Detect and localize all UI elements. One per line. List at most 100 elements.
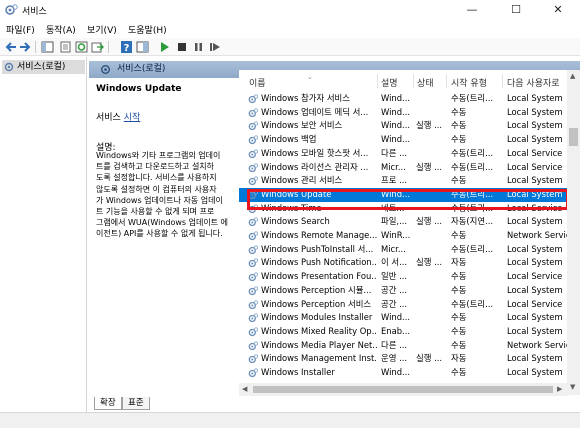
services-pane: 서비스(로컬) Windows Update 서비스 시작 설명: Window… — [89, 57, 580, 412]
vertical-scroll-thumb[interactable] — [569, 128, 578, 146]
pause-service-icon[interactable] — [192, 41, 205, 53]
service-startup-type: 수동 — [451, 284, 467, 295]
scroll-down-icon[interactable]: ▼ — [570, 383, 575, 391]
minimize-button[interactable]: — — [450, 1, 494, 19]
sort-arrow-icon: ⌄ — [307, 73, 313, 81]
service-startup-type: 수동 — [451, 271, 467, 282]
service-log-on-as: Local System — [507, 312, 563, 323]
close-button[interactable]: ✕ — [536, 1, 580, 19]
service-description: Micr... — [381, 243, 406, 254]
service-row[interactable]: Windows Perception 서비스 공간 ... 수동(트리... Loca… — [239, 298, 580, 312]
service-row[interactable]: Windows 보안 서비스 Wind... 실행 ... 수동 Local Syste… — [239, 119, 580, 133]
service-row[interactable]: Windows Remote Manage... WinR... 수동 Network… — [239, 229, 580, 243]
service-gear-icon — [248, 299, 258, 309]
service-row[interactable]: Windows Perception 시뮬... 공간 ... 수동 Local Sy… — [239, 284, 580, 298]
service-startup-type: 자동(지연... — [451, 216, 494, 227]
horizontal-scrollbar[interactable]: ◀ ▶ — [239, 383, 567, 396]
scroll-left-icon[interactable]: ◀ — [242, 385, 247, 393]
service-row[interactable]: Windows Modules Installer Wind... 수동 Local … — [239, 311, 580, 325]
tab-extended[interactable]: 확장 — [94, 397, 122, 410]
vertical-scrollbar[interactable]: ▲ ▼ — [567, 70, 580, 395]
forward-arrow-icon[interactable] — [19, 41, 32, 53]
svg-text:?: ? — [124, 43, 130, 53]
column-separator[interactable] — [446, 74, 447, 88]
help-icon[interactable]: ? — [120, 41, 133, 53]
column-separator[interactable] — [413, 74, 414, 88]
description-text: Windows와 기타 프로그램의 업데이 트를 검색하고 다운로드하고 설치하… — [96, 151, 228, 239]
properties-icon[interactable] — [59, 41, 72, 53]
menu-file[interactable]: 파일(F) — [6, 23, 35, 36]
service-gear-icon — [248, 313, 258, 323]
menu-action[interactable]: 동작(A) — [46, 23, 76, 36]
service-status: 실행 ... — [416, 353, 443, 364]
refresh-icon[interactable] — [75, 41, 88, 53]
service-description: WinR... — [381, 230, 411, 240]
column-header-startup-type[interactable]: 시작 유형 — [451, 76, 487, 89]
service-startup-type: 수동(트리... — [451, 161, 494, 172]
service-row[interactable]: Windows Presentation Fou... 일반 ... 수동 Local… — [239, 270, 580, 284]
service-status: 실행 ... — [416, 120, 443, 131]
service-startup-type: 자동 — [451, 353, 467, 364]
column-header-description[interactable]: 설명 — [381, 76, 398, 89]
column-separator[interactable] — [502, 74, 503, 88]
service-name: Windows PushToInstall 서... — [261, 243, 374, 254]
service-log-on-as: Local System — [507, 257, 563, 268]
scroll-up-icon[interactable]: ▲ — [570, 72, 575, 80]
service-row[interactable]: Windows Mixed Reality Op... Enab... 수동 Loca… — [239, 325, 580, 339]
service-name: Windows Remote Manage... — [261, 230, 377, 240]
service-row[interactable]: Windows 관리 서비스 프로 ... 수동 Local System — [239, 174, 580, 188]
column-separator[interactable] — [377, 74, 378, 88]
service-title: Windows Update — [96, 84, 182, 94]
service-gear-icon — [248, 217, 258, 227]
column-header-name[interactable]: 이름 — [249, 76, 266, 89]
service-row[interactable]: Windows Media Player Net... 다른 ... 수동 Netwo… — [239, 339, 580, 353]
show-pane-icon[interactable] — [136, 41, 149, 53]
back-arrow-icon[interactable] — [4, 41, 17, 53]
service-description: Enab... — [381, 325, 411, 336]
tab-standard[interactable]: 표준 — [122, 397, 150, 410]
service-description: 파일,... — [381, 216, 408, 227]
service-gear-icon — [248, 149, 258, 158]
service-log-on-as: Local Service — [507, 147, 563, 158]
restart-service-icon[interactable] — [208, 41, 221, 53]
export-list-icon[interactable] — [91, 41, 104, 53]
column-header-status[interactable]: 상태 — [417, 76, 434, 89]
service-status: 실행 ... — [416, 161, 443, 172]
status-bar — [0, 412, 580, 428]
maximize-button[interactable]: ☐ — [494, 1, 538, 19]
service-name: Windows 라이선스 관리자 ... — [261, 161, 369, 172]
start-service-icon[interactable] — [158, 41, 171, 53]
menu-view[interactable]: 보기(V) — [87, 23, 117, 36]
scroll-right-icon[interactable]: ▶ — [557, 385, 562, 393]
service-row[interactable]: Windows 백업 Wind... 수동 Local System — [239, 133, 580, 147]
service-log-on-as: Local System — [507, 216, 563, 227]
service-row[interactable]: Windows 모바일 핫스팟 서... 다른 ... 수동(트리... Local … — [239, 147, 580, 161]
service-row[interactable]: Windows 라이선스 관리자 ... Micr... 실행 ... 수동(트리..… — [239, 161, 580, 175]
start-service-link[interactable]: 시작 — [124, 113, 141, 123]
description-panel: Windows Update 서비스 시작 설명: Windows와 기타 프로… — [89, 79, 239, 389]
service-log-on-as: Local System — [507, 353, 563, 364]
service-row[interactable]: Windows Management Inst... 운영 ... 실행 ... 자동… — [239, 352, 580, 366]
service-row[interactable]: Windows Search 파일,... 실행 ... 자동(지연... Local … — [239, 215, 580, 229]
toolbar: ? — [0, 38, 580, 56]
horizontal-scroll-thumb[interactable] — [253, 386, 553, 393]
service-name: Windows Modules Installer — [261, 312, 373, 323]
window-title: 서비스 — [22, 7, 47, 17]
menu-help[interactable]: 도움말(H) — [128, 23, 167, 36]
service-description: 운영 ... — [381, 353, 408, 364]
toolbar-separator — [108, 41, 109, 53]
service-row[interactable]: Windows 업데이트 메딕 서... Wind... 수동 Local Syste… — [239, 106, 580, 120]
service-row[interactable]: Windows 참가자 서비스 Wind... 수동(트리... Local Syst… — [239, 92, 580, 106]
stop-service-icon[interactable] — [175, 41, 188, 53]
column-header-log-on-as[interactable]: 다음 사용자로 — [507, 76, 560, 89]
service-gear-icon — [248, 121, 258, 131]
show-hide-tree-icon[interactable] — [41, 41, 54, 53]
gear-icon — [4, 62, 14, 72]
service-row[interactable]: Windows Push Notification... 이 서... 실행 ...… — [239, 256, 580, 270]
service-row[interactable]: Windows Installer Wind... 수동 Local System — [239, 366, 580, 380]
service-startup-type: 수동 — [451, 230, 467, 240]
service-startup-type: 자동 — [451, 257, 467, 268]
service-name: Windows Push Notification... — [261, 257, 377, 268]
tree-item-services-local[interactable]: 서비스(로컬) — [2, 60, 85, 74]
service-row[interactable]: Windows PushToInstall 서... Micr... 수동(트리..… — [239, 243, 580, 257]
